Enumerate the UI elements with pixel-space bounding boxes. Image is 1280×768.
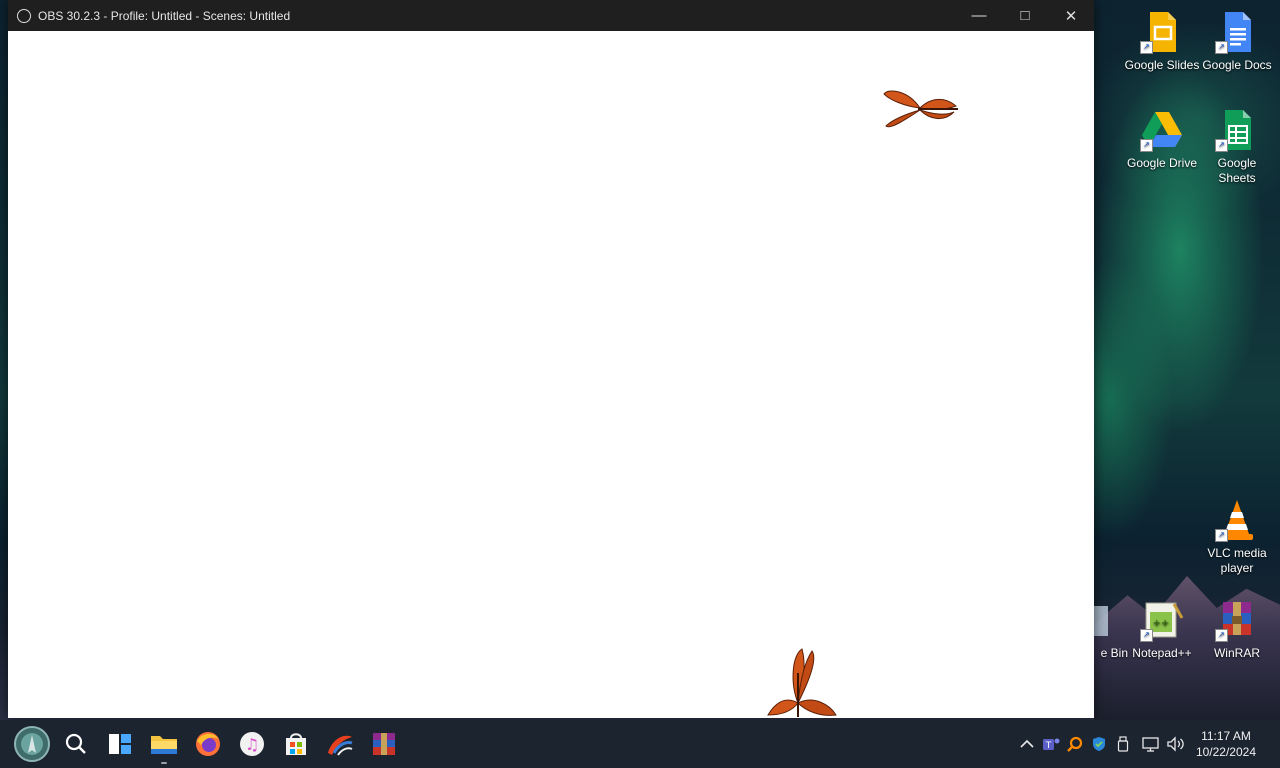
preview-canvas[interactable] [8,31,1094,718]
taskbar-clock[interactable]: 11:17 AM 10/22/2024 [1196,728,1256,760]
shortcut-arrow-icon: ↗ [1140,41,1153,54]
svg-text:++: ++ [1153,618,1170,629]
desktop-icon-notepadpp[interactable]: ++ ↗ Notepad++ [1124,598,1200,661]
desktop-icon-google-sheets[interactable]: ↗ Google Sheets [1199,108,1275,186]
maximize-button[interactable]: □ [1002,0,1048,31]
svg-text:♫: ♫ [245,735,259,754]
obs-logo-icon [17,8,31,23]
search-tool-icon [1067,736,1083,752]
start-button[interactable] [12,724,52,764]
google-drive-icon: ↗ [1140,108,1184,152]
close-button[interactable]: ✕ [1048,0,1094,31]
volume-icon [1167,736,1184,752]
window-title: OBS 30.2.3 - Profile: Untitled - Scenes:… [38,8,291,23]
defender-tray-button[interactable] [1089,734,1109,754]
show-hidden-icons-button[interactable] [1017,734,1037,754]
desktop-icon-winrar[interactable]: ↗ WinRAR [1199,598,1275,661]
butterfly-image [767,648,837,717]
itunes-button[interactable]: ♫ [232,724,272,764]
desktop-icon-label: Google Drive [1126,156,1198,170]
itunes-icon: ♫ [240,732,264,756]
app-icon [328,735,353,756]
shortcut-arrow-icon: ↗ [1215,139,1228,152]
notepadpp-icon: ++ ↗ [1140,598,1184,642]
google-sheets-icon: ↗ [1215,108,1259,152]
file-explorer-icon [151,736,177,754]
teams-tray-button[interactable]: T [1041,734,1061,754]
shortcut-arrow-icon: ↗ [1140,629,1153,642]
search-icon [65,733,86,754]
firefox-button[interactable] [188,724,228,764]
clock-date: 10/22/2024 [1195,745,1256,759]
desktop-icon-label: WinRAR [1213,646,1260,660]
desktop-icon-label: Google Sheets [1217,156,1257,185]
winrar-icon [373,733,395,755]
task-view-button[interactable] [100,724,140,764]
microsoft-store-button[interactable] [276,724,316,764]
clock-time: 11:17 AM [1201,729,1251,743]
volume-tray-button[interactable] [1166,734,1186,754]
desktop-icon-label: Notepad++ [1132,646,1192,660]
chevron-up-icon [1020,739,1034,748]
vlc-icon: ↗ [1215,498,1259,542]
search-button[interactable] [56,724,96,764]
desktop-icon-label: Google Docs [1202,58,1272,72]
google-slides-icon: ↗ [1140,10,1184,54]
desktop-icon-vlc[interactable]: ↗ VLC media player [1199,498,1275,576]
shortcut-arrow-icon: ↗ [1140,139,1153,152]
shortcut-arrow-icon: ↗ [1215,41,1228,54]
desktop-icon-google-drive[interactable]: ↗ Google Drive [1124,108,1200,171]
desktop-icon-label: Google Slides [1124,58,1200,72]
network-icon [1142,737,1159,752]
defender-icon [1093,737,1105,751]
taskbar: ♫ T 11:17 AM 10/22/2024 [0,720,1280,768]
desktop-icon-google-docs[interactable]: ↗ Google Docs [1199,10,1275,73]
start-icon [14,726,50,762]
network-tray-button[interactable] [1141,734,1161,754]
recycle-bin-icon [1092,598,1112,642]
desktop-icon-google-slides[interactable]: ↗ Google Slides [1124,10,1200,73]
svg-text:T: T [1045,741,1052,751]
running-indicator [161,762,167,764]
teams-icon: T [1043,738,1060,751]
minimize-button[interactable]: — [956,0,1002,31]
winrar-taskbar-button[interactable] [364,724,404,764]
usb-tray-button[interactable] [1113,734,1133,754]
shortcut-arrow-icon: ↗ [1215,529,1228,542]
winrar-icon: ↗ [1215,598,1259,642]
file-explorer-button[interactable] [144,724,184,764]
window-titlebar[interactable]: OBS 30.2.3 - Profile: Untitled - Scenes:… [8,0,1094,31]
microsoft-store-icon [286,733,306,755]
task-view-icon [109,734,131,754]
app-button[interactable] [320,724,360,764]
google-docs-icon: ↗ [1215,10,1259,54]
butterfly-image [883,90,958,128]
shortcut-arrow-icon: ↗ [1215,629,1228,642]
firefox-icon [196,732,220,756]
usb-icon [1117,736,1129,752]
obs-window[interactable]: OBS 30.2.3 - Profile: Untitled - Scenes:… [8,0,1094,718]
search-tool-tray-button[interactable] [1065,734,1085,754]
desktop-icon-label: VLC media player [1207,546,1267,575]
